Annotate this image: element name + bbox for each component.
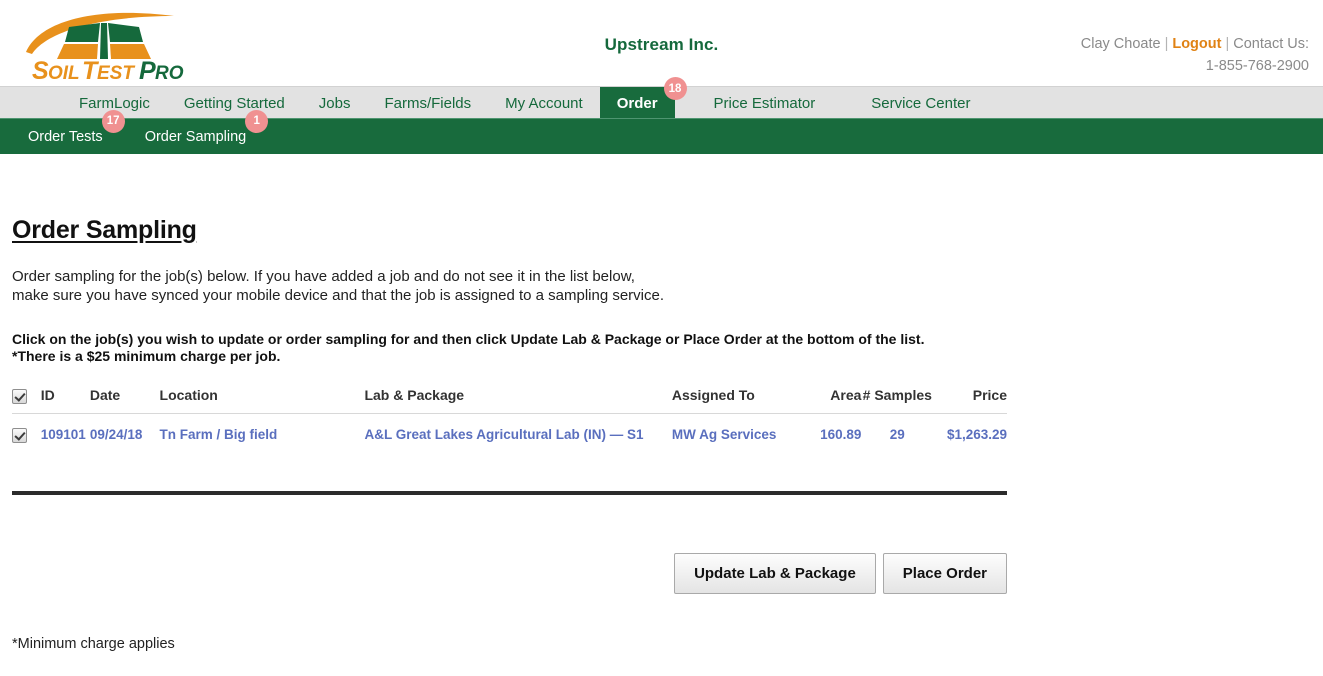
svg-text:P: P [139, 57, 156, 82]
nav-item-my-account[interactable]: My Account [488, 87, 600, 119]
row-checkbox[interactable] [12, 427, 27, 443]
cell-location[interactable]: Tn Farm / Big field [160, 413, 365, 454]
subnav-label: Order Tests [28, 128, 103, 145]
minimum-charge-footnote: *Minimum charge applies [12, 635, 175, 652]
subnav-badge-order-tests: 17 [101, 109, 125, 133]
nav-label: My Account [505, 94, 583, 112]
separator-1: | [1164, 36, 1169, 52]
cell-area[interactable]: 160.89 [800, 413, 861, 454]
subnav-item-order-tests[interactable]: Order Tests 17 [28, 109, 125, 145]
contact-us-label: Contact Us: [1233, 36, 1309, 52]
user-name: Clay Choate [1080, 36, 1161, 52]
instruction-line-1: Click on the job(s) you wish to update o… [12, 331, 925, 347]
table-row[interactable]: 109101 09/24/18 Tn Farm / Big field A&L … [12, 413, 1007, 454]
nav-label: Order [616, 94, 658, 112]
instruction-line-2: *There is a $25 minimum charge per job. [12, 348, 281, 364]
intro-line-1: Order sampling for the job(s) below. If … [12, 268, 635, 285]
nav-label: FarmLogic [79, 94, 150, 112]
nav-label: Farms/Fields [384, 94, 472, 112]
cell-price[interactable]: $1,263.29 [933, 413, 1007, 454]
jobs-table-header: ID Date Location Lab & Package Assigned … [12, 387, 1007, 414]
cell-id[interactable]: 109101 [41, 413, 90, 454]
update-lab-package-button[interactable]: Update Lab & Package [674, 552, 876, 594]
select-all-checkbox[interactable] [12, 388, 27, 404]
header-id[interactable]: ID [40, 387, 90, 414]
header-samples[interactable]: # Samples [861, 387, 934, 414]
separator-2: | [1225, 36, 1230, 52]
nav-label: Price Estimator [713, 94, 816, 112]
sub-navigation: Order Tests 17 Order Sampling 1 [0, 109, 1323, 154]
svg-text:S: S [32, 57, 49, 82]
header-area[interactable]: Area [799, 387, 862, 414]
nav-item-jobs[interactable]: Jobs [302, 87, 368, 119]
table-bottom-rule [12, 490, 1007, 495]
header-price[interactable]: Price [933, 387, 1007, 414]
nav-item-getting-started[interactable]: Getting Started [167, 87, 302, 119]
main-content: Order Sampling Order sampling for the jo… [0, 154, 1323, 652]
select-all-header [12, 387, 41, 414]
main-navigation: FarmLogic Getting Started Jobs Farms/Fie… [0, 77, 1323, 119]
intro-text: Order sampling for the job(s) below. If … [12, 267, 1323, 305]
svg-text:EST: EST [97, 63, 135, 82]
header-date[interactable]: Date [89, 387, 160, 414]
nav-label: Service Center [871, 94, 971, 112]
jobs-table-body: 109101 09/24/18 Tn Farm / Big field A&L … [12, 413, 1007, 454]
subnav-item-order-sampling[interactable]: Order Sampling 1 [144, 109, 269, 145]
header-location[interactable]: Location [159, 387, 365, 414]
jobs-table: ID Date Location Lab & Package Assigned … [12, 387, 1007, 455]
cell-assigned-to[interactable]: MW Ag Services [672, 413, 800, 454]
svg-text:OIL: OIL [48, 63, 80, 82]
cell-samples[interactable]: 29 [861, 413, 933, 454]
row-select-cell [12, 413, 41, 454]
subnav-badge-order-sampling: 1 [245, 109, 269, 133]
nav-item-service-center[interactable]: Service Center [854, 87, 987, 119]
header-lab-package[interactable]: Lab & Package [364, 387, 672, 414]
place-order-button[interactable]: Place Order [882, 552, 1007, 594]
nav-label: Getting Started [183, 94, 285, 112]
page-title: Order Sampling [12, 216, 197, 244]
cell-lab-package[interactable]: A&L Great Lakes Agricultural Lab (IN) — … [364, 413, 671, 454]
action-buttons: Update Lab & Package Place Order [12, 552, 1007, 594]
table-header-row: ID Date Location Lab & Package Assigned … [12, 387, 1007, 414]
logout-link[interactable]: Logout [1172, 36, 1221, 52]
header-assigned-to[interactable]: Assigned To [671, 387, 800, 414]
account-bar: Clay Choate | Logout | Contact Us: 1-855-768… [1081, 33, 1309, 77]
svg-text:RO: RO [155, 63, 184, 82]
subnav-label: Order Sampling [144, 128, 247, 145]
cell-date[interactable]: 09/24/18 [90, 413, 160, 454]
site-header: S OIL T EST P RO Upstream Inc. Clay Choa… [0, 0, 1323, 86]
instructions-text: Click on the job(s) you wish to update o… [12, 331, 1323, 365]
contact-phone: 1-855-768-2900 [1205, 58, 1309, 74]
nav-item-order[interactable]: Order 18 [599, 77, 687, 119]
nav-label: Jobs [318, 94, 351, 112]
nav-item-price-estimator[interactable]: Price Estimator [697, 87, 833, 119]
nav-badge-order: 18 [663, 77, 687, 100]
nav-item-farms-fields[interactable]: Farms/Fields [367, 87, 488, 119]
intro-line-2: make sure you have synced your mobile de… [12, 287, 665, 304]
